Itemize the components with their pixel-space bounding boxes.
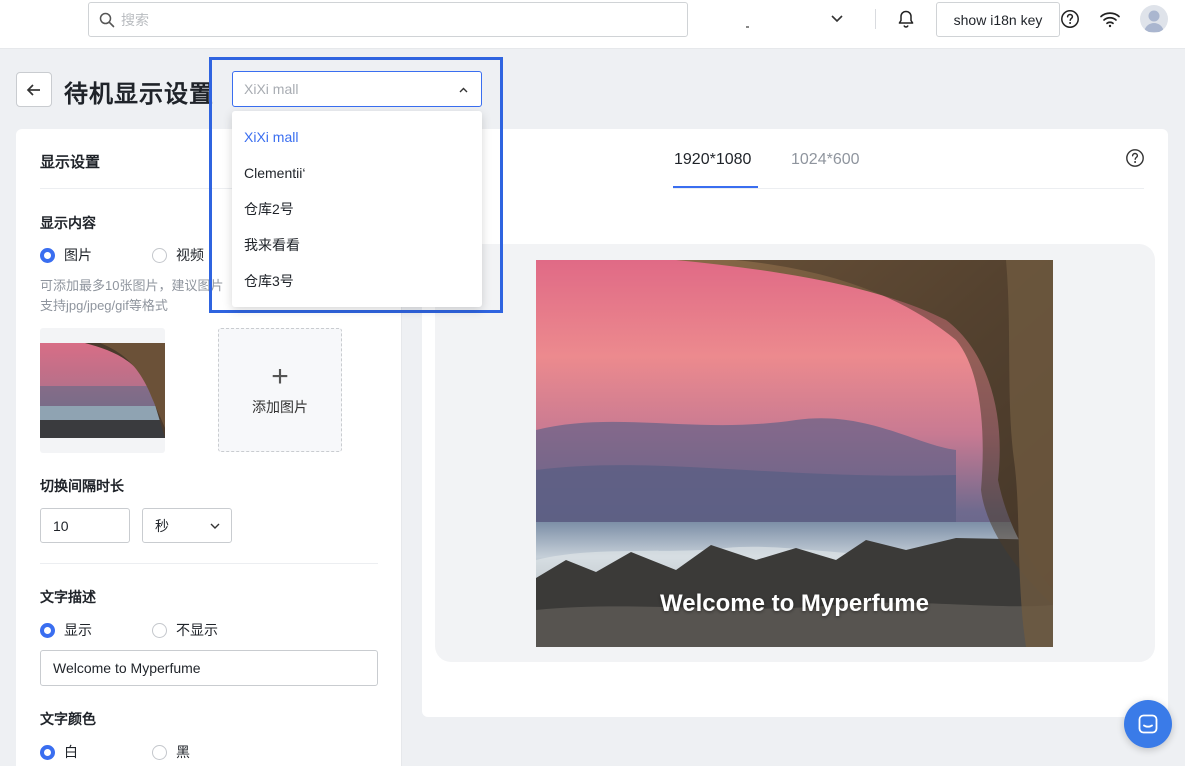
radio-label: 图片 (64, 247, 92, 263)
radio-label: 白 (64, 744, 78, 760)
upload-hint-line1: 可添加最多10张图片，建议图片 (40, 278, 224, 293)
radio-show-text[interactable]: 显示 (40, 620, 92, 640)
search-placeholder: 搜索 (121, 11, 149, 28)
welcome-text-input[interactable]: Welcome to Myperfume (40, 650, 378, 686)
dropdown-option[interactable]: XiXi mall (232, 119, 482, 155)
preview-welcome-text: Welcome to Myperfume (660, 590, 929, 617)
interval-section-title: 切换间隔时长 (40, 478, 124, 494)
active-tab-indicator (673, 186, 758, 188)
show-i18n-key-button[interactable]: show i18n key (936, 2, 1060, 37)
radio-label: 黑 (176, 744, 190, 760)
color-section-title: 文字颜色 (40, 711, 96, 727)
radio-label: 不显示 (176, 622, 218, 638)
search-input[interactable]: 搜索 (88, 2, 688, 37)
dropdown-option[interactable]: Clementii‘ (232, 155, 482, 191)
store-dropdown-menu: XiXi mall Clementii‘ 仓库2号 我来看看 仓库3号 (232, 111, 482, 307)
radio-indicator (40, 247, 55, 263)
page-title: 待机显示设置 (64, 81, 214, 108)
radio-label: 显示 (64, 622, 92, 638)
interval-unit-select[interactable]: 秒 (142, 508, 232, 543)
tab-divider (673, 188, 1144, 189)
panel-title: 显示设置 (40, 154, 101, 171)
chevron-down-icon (210, 523, 220, 529)
store-select[interactable]: XiXi mall (232, 71, 482, 107)
radio-black[interactable]: 黑 (152, 742, 190, 762)
radio-label: 视频 (176, 247, 204, 263)
dropdown-option[interactable]: 仓库3号 (232, 263, 482, 299)
back-button[interactable] (16, 72, 52, 107)
radio-white[interactable]: 白 (40, 742, 78, 762)
search-icon (99, 12, 115, 27)
tab-1024x600[interactable]: 1024*600 (791, 151, 860, 169)
store-select-value: XiXi mall (244, 81, 299, 97)
preview-panel: 1920*1080 1024*600 Welcome to Myperfume (422, 129, 1168, 717)
text-section-title: 文字描述 (40, 589, 96, 605)
help-icon[interactable] (1125, 148, 1145, 168)
chat-icon (1138, 714, 1158, 734)
radio-hide-text[interactable]: 不显示 (152, 620, 218, 640)
chat-button[interactable] (1124, 700, 1172, 748)
radio-indicator (152, 622, 167, 638)
radio-image[interactable]: 图片 (40, 245, 92, 265)
radio-video[interactable]: 视频 (152, 245, 204, 265)
radio-indicator (40, 744, 55, 760)
toolbar-divider (875, 9, 876, 29)
chevron-up-icon (459, 87, 468, 93)
help-icon[interactable] (1060, 9, 1080, 29)
dropdown-option[interactable]: 我来看看 (232, 227, 482, 263)
landscape-thumbnail-image (40, 343, 165, 438)
top-bar: 搜索 show i18n key (0, 0, 1185, 49)
bell-icon[interactable] (896, 9, 916, 29)
arrow-left-icon (26, 83, 40, 96)
radio-indicator (152, 744, 167, 760)
add-image-button[interactable]: + 添加图片 (218, 328, 342, 452)
interval-input[interactable]: 10 (40, 508, 130, 543)
radio-indicator (152, 247, 167, 263)
content-section-title: 显示内容 (40, 215, 96, 231)
dropdown-option[interactable]: 仓库2号 (232, 191, 482, 227)
user-icon (1144, 10, 1164, 32)
preview-card: Welcome to Myperfume (435, 244, 1155, 662)
divider-dot (746, 26, 749, 28)
avatar[interactable] (1140, 5, 1168, 33)
wifi-icon[interactable] (1099, 9, 1121, 29)
preview-image: Welcome to Myperfume (536, 260, 1053, 647)
add-image-label: 添加图片 (252, 399, 308, 415)
tab-1920x1080[interactable]: 1920*1080 (674, 151, 751, 169)
landscape-preview-image (536, 260, 1053, 647)
chevron-down-icon[interactable] (828, 10, 846, 28)
radio-indicator (40, 622, 55, 638)
plus-icon: + (271, 360, 289, 393)
divider (40, 563, 378, 564)
image-thumbnail[interactable] (40, 328, 165, 453)
upload-hint-line2: 支持jpg/jpeg/gif等格式 (40, 298, 168, 313)
interval-unit-value: 秒 (155, 517, 169, 534)
